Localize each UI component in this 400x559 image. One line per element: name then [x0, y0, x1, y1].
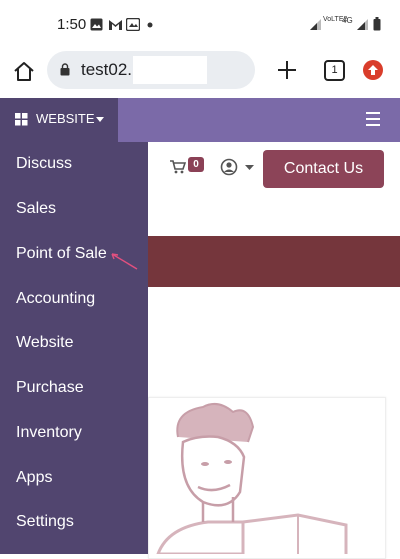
- sidebar-item-apps[interactable]: Apps: [16, 469, 52, 487]
- sidebar-item-inventory[interactable]: Inventory: [16, 424, 82, 442]
- new-tab-icon[interactable]: [276, 59, 298, 81]
- shopping-cart-icon[interactable]: [170, 160, 186, 174]
- photos-icon: [126, 18, 140, 31]
- gmail-icon: [109, 20, 122, 30]
- url-text[interactable]: test02.: [81, 60, 132, 80]
- annotation-arrow-icon: [111, 253, 138, 270]
- sidebar-item-settings[interactable]: Settings: [16, 513, 74, 531]
- sidebar-item-sales[interactable]: Sales: [16, 200, 56, 218]
- browser-toolbar: test02. 1: [0, 50, 400, 98]
- caret-down-icon: [96, 117, 104, 122]
- apps-grid-icon: [15, 113, 28, 126]
- sidebar-item-purchase[interactable]: Purchase: [16, 379, 84, 397]
- url-bar[interactable]: test02.: [47, 51, 255, 89]
- home-icon[interactable]: [12, 60, 36, 84]
- network-type-label: 4G: [342, 16, 353, 25]
- website-menu-label: WEBSITE: [36, 111, 95, 126]
- user-avatar-icon[interactable]: [220, 158, 238, 176]
- status-bar: 1:50 VoLTE2 4G: [0, 0, 400, 50]
- tab-switcher-button[interactable]: 1: [324, 60, 345, 81]
- website-app-menu[interactable]: WEBSITE: [0, 98, 118, 142]
- header-banner: [148, 236, 400, 287]
- arrow-up-icon: [368, 65, 378, 75]
- sidebar-item-accounting[interactable]: Accounting: [16, 290, 95, 308]
- hamburger-menu-icon[interactable]: [366, 112, 380, 130]
- person-reading-illustration: [156, 402, 348, 554]
- status-time: 1:50: [57, 16, 87, 33]
- sidebar-item-discuss[interactable]: Discuss: [16, 155, 72, 173]
- contact-us-button[interactable]: Contact Us: [263, 150, 384, 188]
- gallery-icon: [90, 18, 103, 31]
- signal-icon: [310, 19, 321, 30]
- update-button[interactable]: [363, 60, 383, 80]
- caret-down-icon[interactable]: [245, 165, 254, 170]
- dot-icon: [147, 22, 153, 28]
- sidebar-item-website[interactable]: Website: [16, 334, 74, 352]
- battery-icon: [373, 17, 381, 31]
- signal-icon: [357, 19, 368, 30]
- tab-count: 1: [331, 64, 338, 76]
- url-redaction: [133, 56, 207, 84]
- app-sidebar-menu: Discuss Sales Point of Sale Accounting W…: [0, 142, 148, 554]
- sidebar-item-point-of-sale[interactable]: Point of Sale: [16, 245, 107, 263]
- odoo-top-bar: WEBSITE: [0, 98, 400, 142]
- cart-count-badge: 0: [188, 157, 204, 172]
- lock-icon: [60, 63, 70, 76]
